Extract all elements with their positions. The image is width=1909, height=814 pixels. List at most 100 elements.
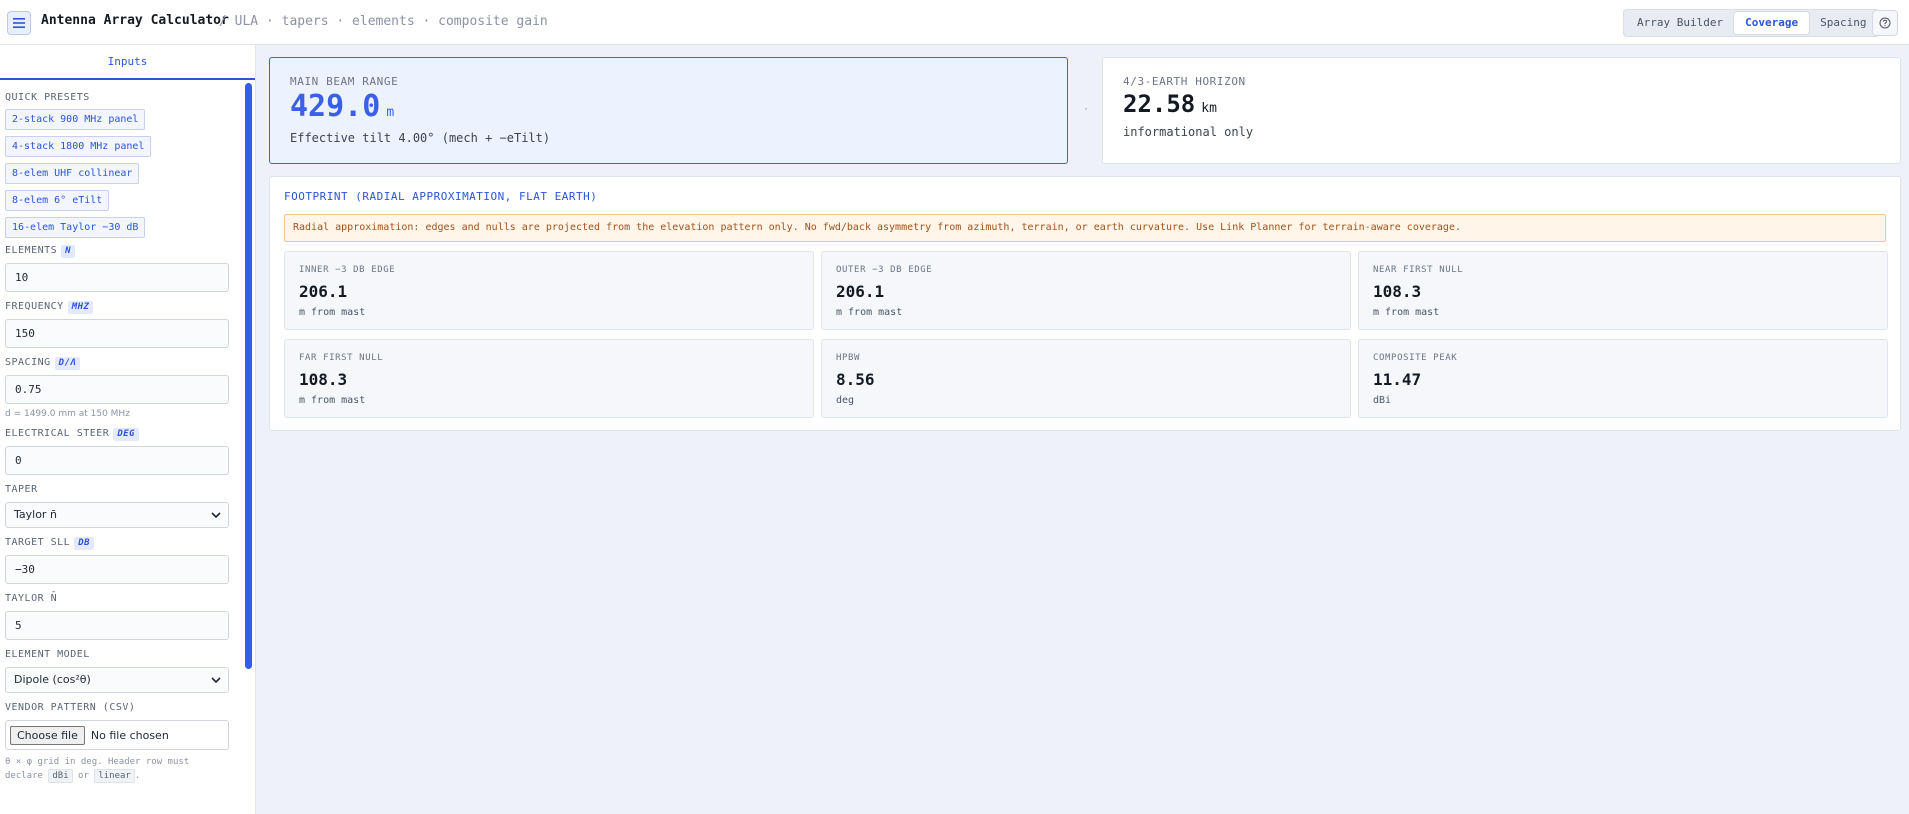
main-beam-unit: m — [386, 105, 395, 120]
radial-approx-notice: Radial approximation: edges and nulls ar… — [284, 214, 1886, 242]
spacing-label-text: SPACING — [5, 357, 51, 368]
metric-outer-edge: OUTER −3 DB EDGE 206.1 m from mast — [821, 251, 1351, 330]
steer-label: ELECTRICAL STEER DEG — [5, 427, 233, 441]
main-beam-label: MAIN BEAM RANGE — [290, 75, 399, 88]
metric-unit: m from mast — [836, 307, 903, 318]
spacing-input[interactable]: 0.75 — [5, 375, 229, 404]
element-model-label: ELEMENT MODEL — [5, 649, 90, 660]
metric-label: HPBW — [836, 353, 861, 363]
metric-near-null: NEAR FIRST NULL 108.3 m from mast — [1358, 251, 1888, 330]
top-bar: Antenna Array Calculator / ULA · tapers … — [0, 0, 1909, 45]
view-switcher: Array Builder Coverage Spacing — [1623, 9, 1881, 37]
sll-label-text: TARGET SLL — [5, 537, 71, 548]
menu-button[interactable] — [7, 11, 31, 35]
main-beam-value-row: 429.0 m — [290, 89, 394, 124]
metric-composite-peak: COMPOSITE PEAK 11.47 dBi — [1358, 339, 1888, 418]
spacing-unit: D/Λ — [54, 357, 81, 370]
metric-far-null: FAR FIRST NULL 108.3 m from mast — [284, 339, 814, 418]
linear-chip: linear — [94, 769, 135, 783]
metric-unit: deg — [836, 395, 855, 406]
metric-label: NEAR FIRST NULL — [1373, 265, 1464, 275]
vendor-file-input: Choose file No file chosen — [5, 720, 229, 750]
presets-label: QUICK PRESETS — [5, 92, 90, 103]
csv-hint-declare: declare — [5, 771, 43, 781]
metric-value: 11.47 — [1373, 370, 1422, 389]
app-title: Antenna Array Calculator — [41, 13, 229, 28]
chevron-down-icon — [211, 512, 221, 519]
main-beam-value: 429.0 — [290, 89, 381, 124]
horizon-label: 4/3-EARTH HORIZON — [1123, 75, 1246, 88]
elements-unit: N — [61, 245, 76, 258]
sll-input[interactable]: −30 — [5, 555, 229, 584]
csv-hint: θ × φ grid in deg. Header row must decla… — [5, 755, 233, 783]
horizon-unit: km — [1201, 101, 1217, 116]
spacing-hint: d = 1499.0 mm at 150 MHz — [5, 409, 130, 419]
card-separator: · — [1083, 104, 1090, 115]
tab-spacing[interactable]: Spacing — [1809, 12, 1877, 34]
spacing-label: SPACING D/Λ — [5, 356, 233, 370]
vendor-pattern-label: VENDOR PATTERN (CSV) — [5, 702, 136, 713]
elements-input[interactable]: 10 — [5, 263, 229, 292]
footprint-title: FOOTPRINT (RADIAL APPROXIMATION, FLAT EA… — [284, 190, 598, 203]
csv-hint-end: . — [134, 771, 141, 781]
metric-value: 206.1 — [836, 282, 885, 301]
sll-unit: DB — [74, 537, 95, 550]
preset-button[interactable]: 8-elem UHF collinear — [5, 163, 140, 184]
metric-value: 206.1 — [299, 282, 348, 301]
chevron-down-icon — [211, 677, 221, 684]
taylor-n-label: TAYLOR N̄ — [5, 593, 58, 604]
steer-input[interactable]: 0 — [5, 446, 229, 475]
metric-label: COMPOSITE PEAK — [1373, 353, 1458, 363]
inputs-sidebar: Inputs QUICK PRESETS 2-stack 900 MHz pan… — [0, 45, 256, 814]
sll-label: TARGET SLL DB — [5, 536, 233, 550]
main-beam-sub: Effective tilt 4.00° (mech + −eTilt) — [290, 131, 551, 145]
choose-file-button[interactable]: Choose file — [10, 725, 85, 745]
footprint-panel: FOOTPRINT (RADIAL APPROXIMATION, FLAT EA… — [269, 176, 1901, 431]
tab-coverage[interactable]: Coverage — [1734, 12, 1810, 34]
metric-label: INNER −3 DB EDGE — [299, 265, 396, 275]
taper-value: Taylor n̄ — [14, 508, 57, 521]
horizon-sub: informational only — [1123, 125, 1254, 139]
metric-value: 8.56 — [836, 370, 875, 389]
tab-inputs[interactable]: Inputs — [0, 45, 255, 80]
elements-label: ELEMENTS N — [5, 244, 233, 258]
elements-label-text: ELEMENTS — [5, 245, 58, 256]
help-icon — [1879, 17, 1891, 29]
preset-button[interactable]: 8-elem 6° eTilt — [5, 190, 110, 211]
csv-hint-line1: θ × φ grid in deg. Header row must — [5, 757, 190, 767]
file-status: No file chosen — [90, 728, 169, 742]
taper-select[interactable]: Taylor n̄ — [5, 502, 229, 528]
breadcrumb: / ULA · tapers · elements · composite ga… — [219, 14, 548, 29]
steer-label-text: ELECTRICAL STEER — [5, 428, 110, 439]
frequency-label-text: FREQUENCY — [5, 301, 64, 312]
metric-unit: m from mast — [299, 395, 366, 406]
frequency-unit: MHZ — [67, 301, 94, 314]
preset-button[interactable]: 4-stack 1800 MHz panel — [5, 136, 152, 157]
preset-list: 2-stack 900 MHz panel 4-stack 1800 MHz p… — [5, 109, 233, 238]
metric-value: 108.3 — [1373, 282, 1422, 301]
hamburger-icon — [13, 18, 25, 28]
metric-value: 108.3 — [299, 370, 348, 389]
element-model-value: Dipole (cos²θ) — [14, 673, 91, 686]
metric-label: FAR FIRST NULL — [299, 353, 384, 363]
horizon-value-row: 22.58 km — [1123, 90, 1217, 118]
metric-unit: dBi — [1373, 395, 1392, 406]
preset-button[interactable]: 16-elem Taylor −30 dB — [5, 217, 146, 238]
dbi-chip: dBi — [48, 769, 73, 783]
preset-button[interactable]: 2-stack 900 MHz panel — [5, 109, 146, 130]
help-button[interactable] — [1872, 10, 1898, 36]
metric-label: OUTER −3 DB EDGE — [836, 265, 933, 275]
frequency-input[interactable]: 150 — [5, 319, 229, 348]
steer-unit: DEG — [113, 428, 140, 441]
metric-unit: m from mast — [1373, 307, 1440, 318]
main-beam-card: MAIN BEAM RANGE 429.0 m Effective tilt 4.… — [269, 57, 1068, 164]
taylor-n-input[interactable]: 5 — [5, 611, 229, 640]
horizon-card: 4/3-EARTH HORIZON 22.58 km informational … — [1102, 57, 1901, 164]
element-model-select[interactable]: Dipole (cos²θ) — [5, 667, 229, 693]
metric-unit: m from mast — [299, 307, 366, 318]
sidebar-scrollbar[interactable] — [245, 83, 252, 669]
horizon-value: 22.58 — [1123, 90, 1196, 118]
tab-array-builder[interactable]: Array Builder — [1626, 12, 1734, 34]
metric-inner-edge: INNER −3 DB EDGE 206.1 m from mast — [284, 251, 814, 330]
csv-hint-or: or — [78, 771, 89, 781]
